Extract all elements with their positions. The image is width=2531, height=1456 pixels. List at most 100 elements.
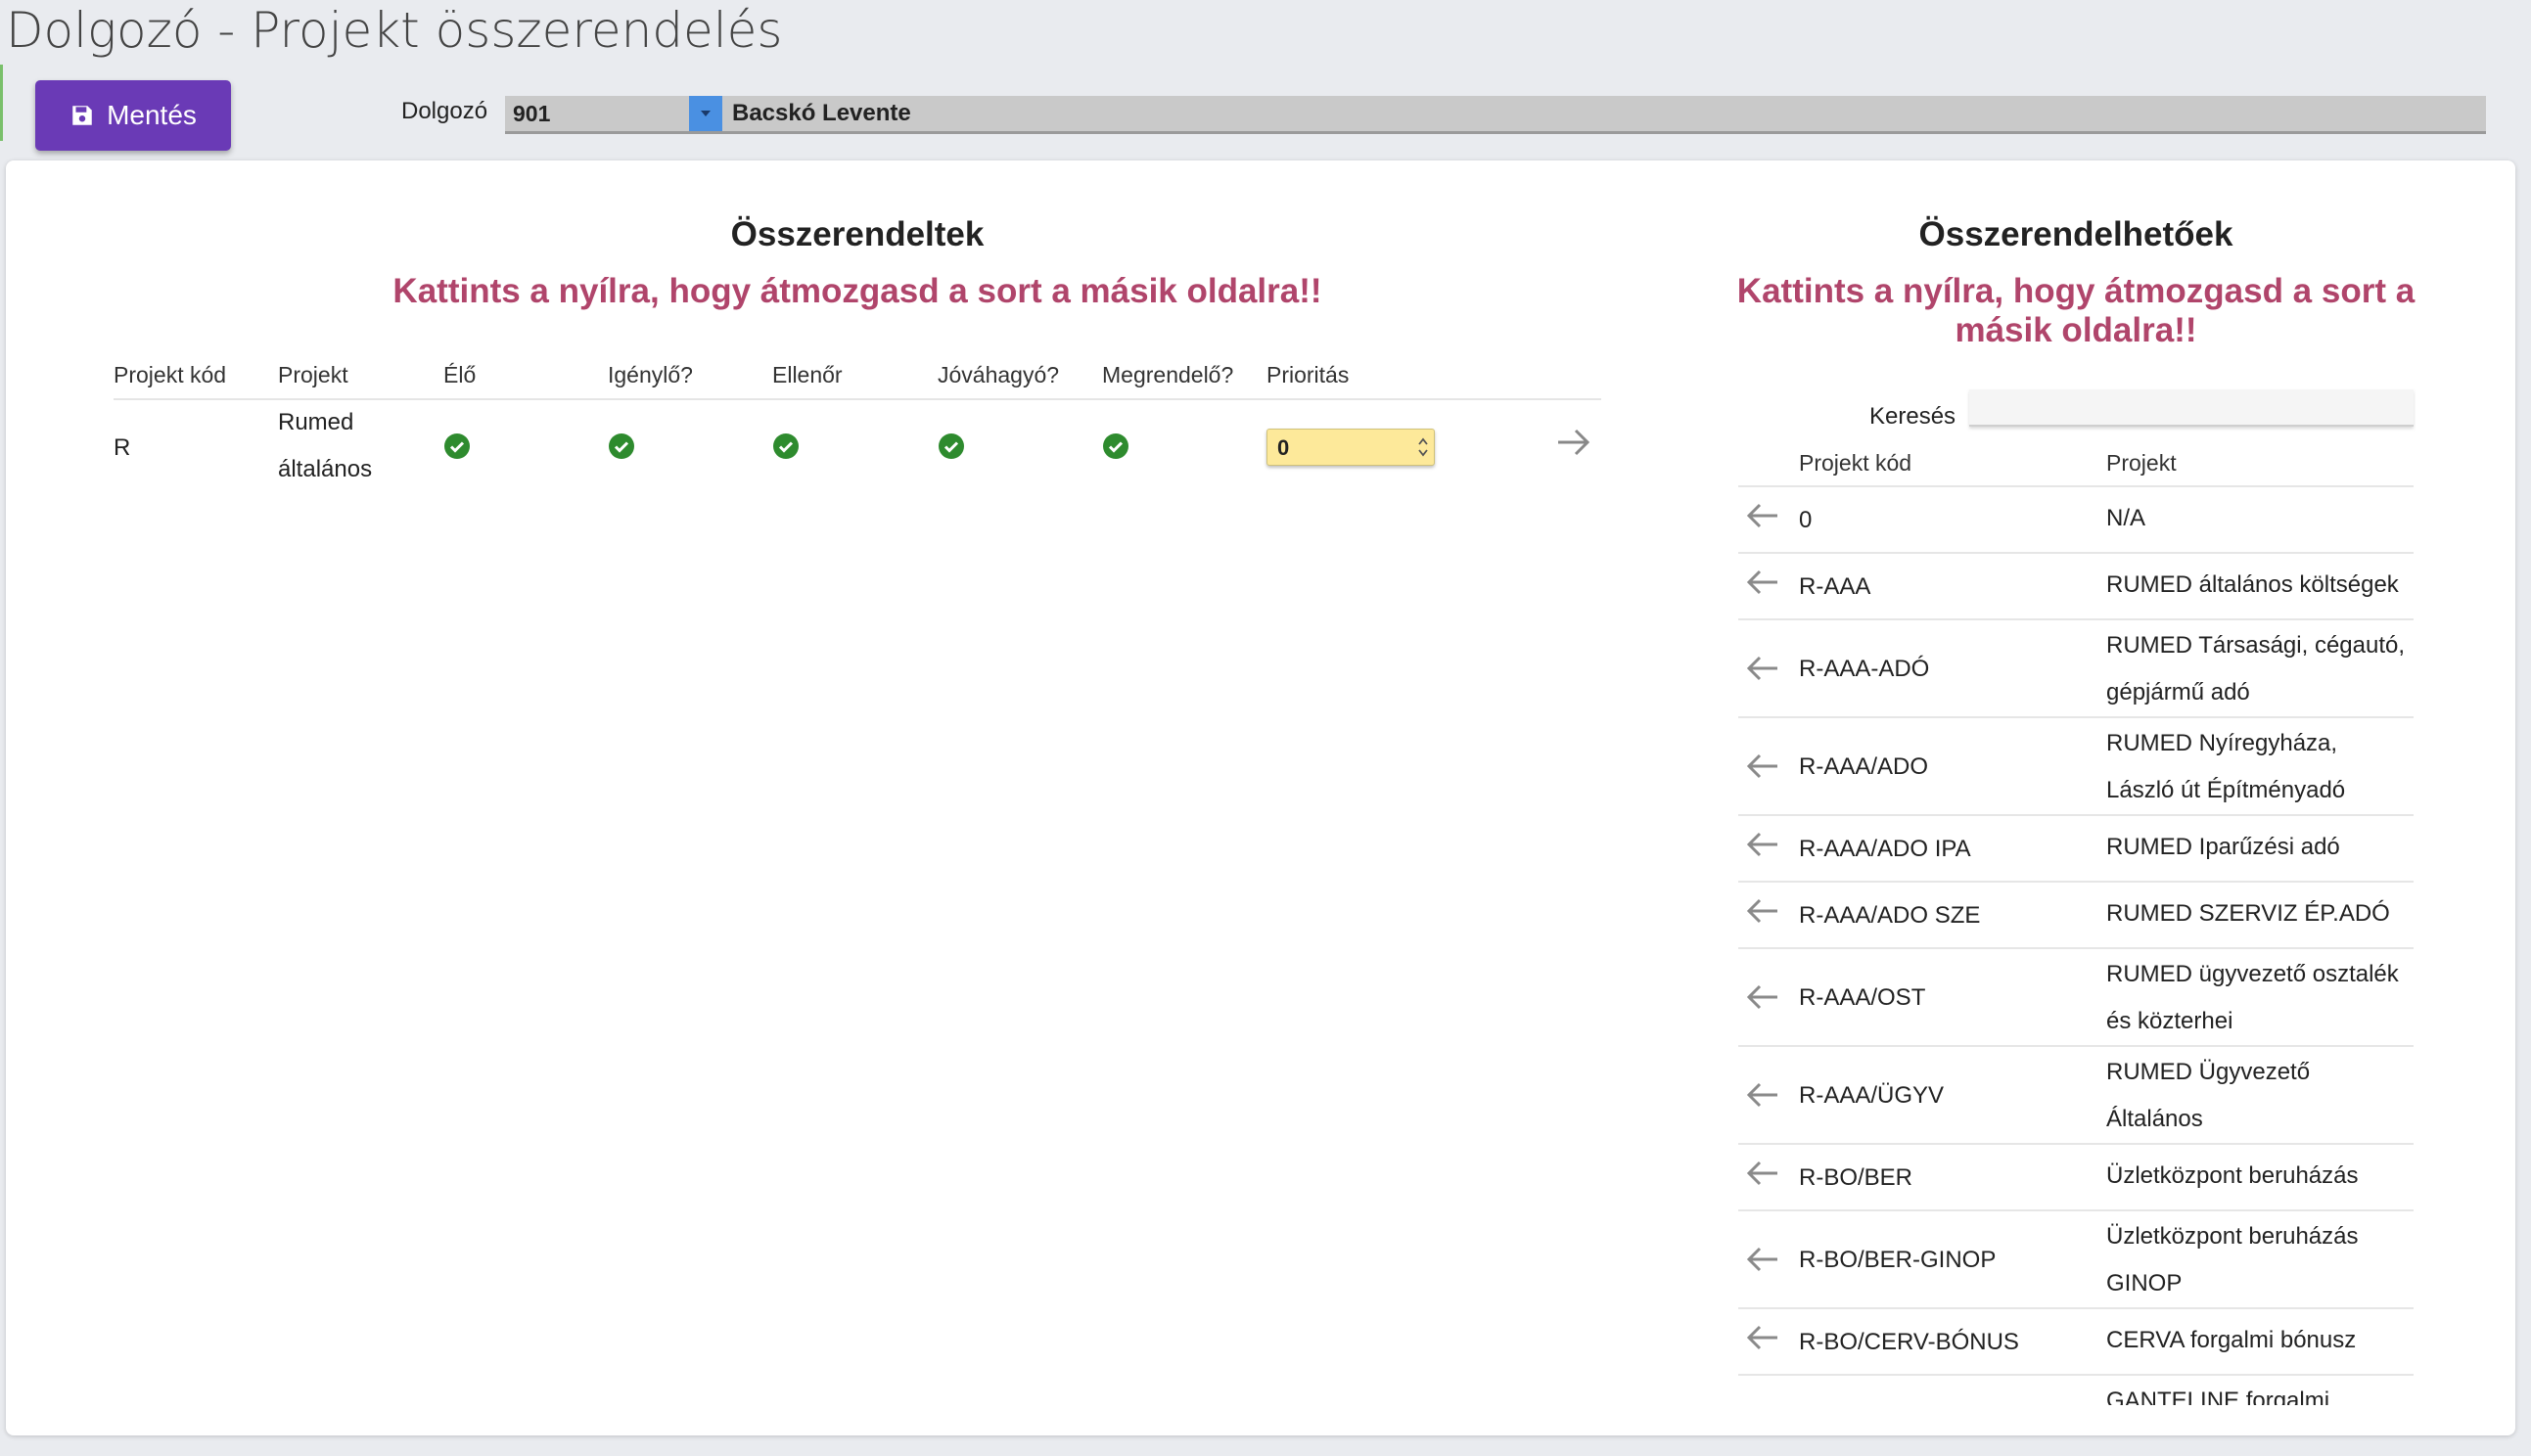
row-project-name-line: RUMED SZERVIZ ÉP.ADÓ	[2106, 900, 2390, 927]
row-project-name-line1: Rumed	[278, 409, 354, 435]
table-row: R-BO/BER Üzletközpont beruházás	[1738, 1143, 2414, 1209]
save-button[interactable]: Mentés	[35, 80, 231, 151]
available-table: 0 N/A R-AAA RUMED általános költségek R-AAA-…	[1738, 485, 2414, 1405]
row-project-code: R-AAA/ADO IPA	[1799, 836, 1971, 862]
row-project-name: GANTELINE forgalmibónusz	[2106, 1378, 2410, 1405]
col-header-ellenor: Ellenőr	[772, 362, 843, 387]
main-panel: Összerendeltek Kattints a nyílra, hogy á…	[6, 160, 2515, 1435]
row-project-name-line: RUMED Nyíregyháza,	[2106, 730, 2338, 756]
spinner-icon[interactable]	[1416, 433, 1430, 461]
arrow-left-icon[interactable]	[1746, 654, 1779, 683]
row-project-code: R-AAA	[1799, 573, 1871, 600]
row-project-name-line: RUMED általános költségek	[2106, 571, 2399, 598]
arrow-left-icon[interactable]	[1746, 1323, 1779, 1352]
row-project-name-line: Általános	[2106, 1106, 2203, 1132]
assigned-heading: Összerendeltek	[730, 215, 985, 253]
worker-name: Bacskó Levente	[732, 100, 911, 126]
col-header-igenylo: Igénylő?	[608, 362, 693, 387]
table-row: R-AAA/OST RUMED ügyvezető osztalék és közt…	[1738, 947, 2414, 1045]
priority-value: 0	[1277, 435, 1290, 460]
row-project-name-line: GINOP	[2106, 1270, 2183, 1297]
worker-label: Dolgozó	[401, 98, 488, 124]
row-project-name-line: RUMED Társasági, cégautó,	[2106, 632, 2406, 659]
available-heading: Összerendelhetőek	[1918, 215, 2233, 253]
row-project-name: Üzletközpont beruházás	[2106, 1153, 2410, 1200]
col-header-project: Projekt	[278, 362, 348, 387]
arrow-left-icon[interactable]	[1746, 982, 1779, 1012]
table-row: R-AAA/ADO RUMED Nyíregyháza, László út Épí…	[1738, 716, 2414, 814]
row-project-name-line: gépjármű adó	[2106, 679, 2250, 705]
save-button-label: Mentés	[107, 100, 197, 130]
row-project-code: R-AAA/ÜGYV	[1799, 1082, 1945, 1109]
row-project-name: RUMED Iparűzési adó	[2106, 824, 2410, 871]
table-row: 0 N/A	[1738, 485, 2414, 552]
table-row: R-AAA/ADO SZE RUMED SZERVIZ ÉP.ADÓ	[1738, 881, 2414, 947]
available-hint-line2: másik oldalra!!	[1955, 311, 2197, 349]
col-header-elo: Élő	[443, 362, 477, 387]
arrow-right-icon[interactable]	[1554, 423, 1593, 462]
table-row: R-AAA/ÜGYV RUMED Ügyvezető Általános	[1738, 1045, 2414, 1143]
col-header-megrendelo: Megrendelő?	[1102, 362, 1234, 387]
table-row: R-BO/BER-GINOP Üzletközpont beruházás GINO…	[1738, 1209, 2414, 1307]
arrow-left-icon[interactable]	[1746, 568, 1779, 597]
row-project-code: R-AAA/OST	[1799, 984, 1926, 1011]
row-project-name-line2: általános	[278, 456, 373, 482]
arrow-left-icon[interactable]	[1746, 1245, 1779, 1274]
row-project-name: RUMED Nyíregyháza, László út Építményadó	[2106, 720, 2410, 814]
row-project-name-line: CERVA forgalmi bónusz	[2106, 1327, 2357, 1353]
row-project-name: CERVA forgalmi bónusz	[2106, 1317, 2410, 1364]
page-title: Dolgozó - Projekt összerendelés	[6, 2, 783, 59]
table-row: R-AAA RUMED általános költségek	[1738, 552, 2414, 618]
col-header-project-code: Projekt kód	[114, 362, 227, 387]
available-hint-line1: Kattints a nyílra, hogy átmozgasd a sort…	[1736, 272, 2416, 310]
row-project-name-line: László út Építményadó	[2106, 777, 2346, 803]
row-project-name: RUMED Ügyvezető Általános	[2106, 1049, 2410, 1143]
search-input[interactable]	[1969, 389, 2414, 427]
arrow-left-icon[interactable]	[1746, 830, 1779, 859]
arrow-left-icon[interactable]	[1746, 1159, 1779, 1188]
arrow-left-icon[interactable]	[1746, 1080, 1779, 1110]
worker-select[interactable]: 901 Bacskó Levente	[505, 96, 2486, 134]
priority-input[interactable]: 0	[1266, 429, 1435, 466]
worker-dropdown-button[interactable]	[689, 96, 722, 131]
row-project-name: RUMED ügyvezető osztalék és közterhei	[2106, 951, 2410, 1045]
check-circle-icon[interactable]	[443, 432, 471, 460]
row-project-name-line: RUMED ügyvezető osztalék	[2106, 961, 2399, 987]
header-divider	[114, 398, 1601, 400]
check-circle-icon[interactable]	[608, 432, 635, 460]
table-row: R-AAA/ADO IPA RUMED Iparűzési adó	[1738, 814, 2414, 881]
right-col-header-project-code: Projekt kód	[1799, 450, 1912, 476]
row-project-name-line: és közterhei	[2106, 1008, 2233, 1034]
row-project-name: Üzletközpont beruházás GINOP	[2106, 1213, 2410, 1307]
row-project-name-line: RUMED Ügyvezető	[2106, 1059, 2311, 1085]
row-project-code: R-BO/BER	[1799, 1164, 1913, 1191]
check-circle-icon[interactable]	[1102, 432, 1129, 460]
row-project-name: RUMED általános költségek	[2106, 562, 2410, 609]
search-label: Keresés	[1869, 403, 1956, 430]
check-circle-icon[interactable]	[772, 432, 800, 460]
row-project-name-line: Üzletközpont beruházás	[2106, 1162, 2359, 1189]
row-project-code: R-AAA-ADÓ	[1799, 656, 1930, 682]
check-circle-icon[interactable]	[938, 432, 965, 460]
row-project-code: 0	[1799, 507, 1813, 533]
row-project-name-line: Üzletközpont beruházás	[2106, 1223, 2359, 1250]
table-row: R-BO/GANT-BÓNUSGANTELINE forgalmibónusz	[1738, 1374, 2414, 1405]
row-project-name: N/A	[2106, 495, 2410, 542]
row-project-name: RUMED Társasági, cégautó, gépjármű adó	[2106, 622, 2410, 716]
arrow-left-icon[interactable]	[1746, 751, 1779, 781]
table-row: R-AAA-ADÓ RUMED Társasági, cégautó, gépjár…	[1738, 618, 2414, 716]
caret-down-icon	[701, 111, 711, 116]
worker-code[interactable]: 901	[505, 101, 689, 127]
row-project-code: R-BO/CERV-BÓNUS	[1799, 1329, 2019, 1355]
col-header-prioritas: Prioritás	[1266, 362, 1350, 387]
row-project-code: R-AAA/ADO	[1799, 753, 1929, 780]
col-header-jovahagyo: Jóváhagyó?	[938, 362, 1060, 387]
row-project-name: RUMED SZERVIZ ÉP.ADÓ	[2106, 890, 2410, 937]
row-project-code: R	[114, 434, 131, 461]
arrow-left-icon[interactable]	[1746, 896, 1779, 926]
arrow-left-icon[interactable]	[1746, 501, 1779, 530]
row-project-name-line: RUMED Iparűzési adó	[2106, 834, 2340, 860]
table-row: R-BO/CERV-BÓNUS CERVA forgalmi bónusz	[1738, 1307, 2414, 1374]
row-project-code: R-AAA/ADO SZE	[1799, 902, 1981, 929]
row-project-name-line: GANTELINE forgalmi	[2106, 1388, 2330, 1405]
